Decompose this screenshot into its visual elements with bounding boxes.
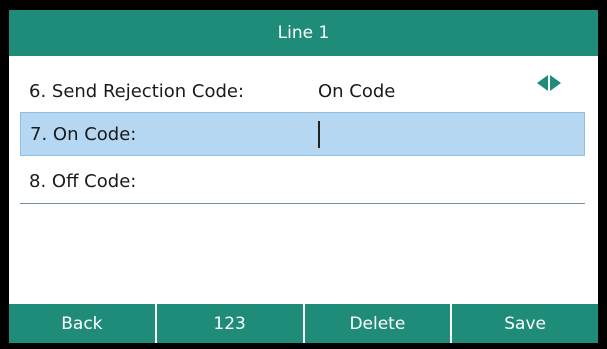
save-button[interactable]: Save — [452, 304, 598, 343]
page-title: Line 1 — [277, 23, 330, 43]
setting-label: 6. Send Rejection Code: — [29, 80, 245, 102]
setting-send-rejection-code[interactable]: 6. Send Rejection Code: On Code — [20, 67, 585, 115]
phone-screen: Line 1 6. Send Rejection Code: On Code 7… — [9, 10, 598, 343]
setting-on-code[interactable]: 7. On Code: — [20, 112, 585, 156]
text-cursor — [318, 121, 320, 148]
setting-label: 8. Off Code: — [29, 170, 137, 192]
title-bar: Line 1 — [9, 10, 598, 56]
setting-value: On Code — [318, 80, 396, 102]
setting-off-code[interactable]: 8. Off Code: — [20, 157, 585, 205]
back-button[interactable]: Back — [9, 304, 155, 343]
arrow-right-icon[interactable] — [550, 75, 561, 91]
input-mode-button[interactable]: 123 — [156, 304, 303, 343]
delete-button[interactable]: Delete — [304, 304, 451, 343]
setting-label: 7. On Code: — [30, 123, 137, 145]
softkey-bar: Back 123 Delete Save — [9, 304, 598, 343]
divider — [20, 203, 585, 204]
arrow-left-icon[interactable] — [537, 75, 548, 91]
option-switcher[interactable] — [537, 75, 561, 91]
